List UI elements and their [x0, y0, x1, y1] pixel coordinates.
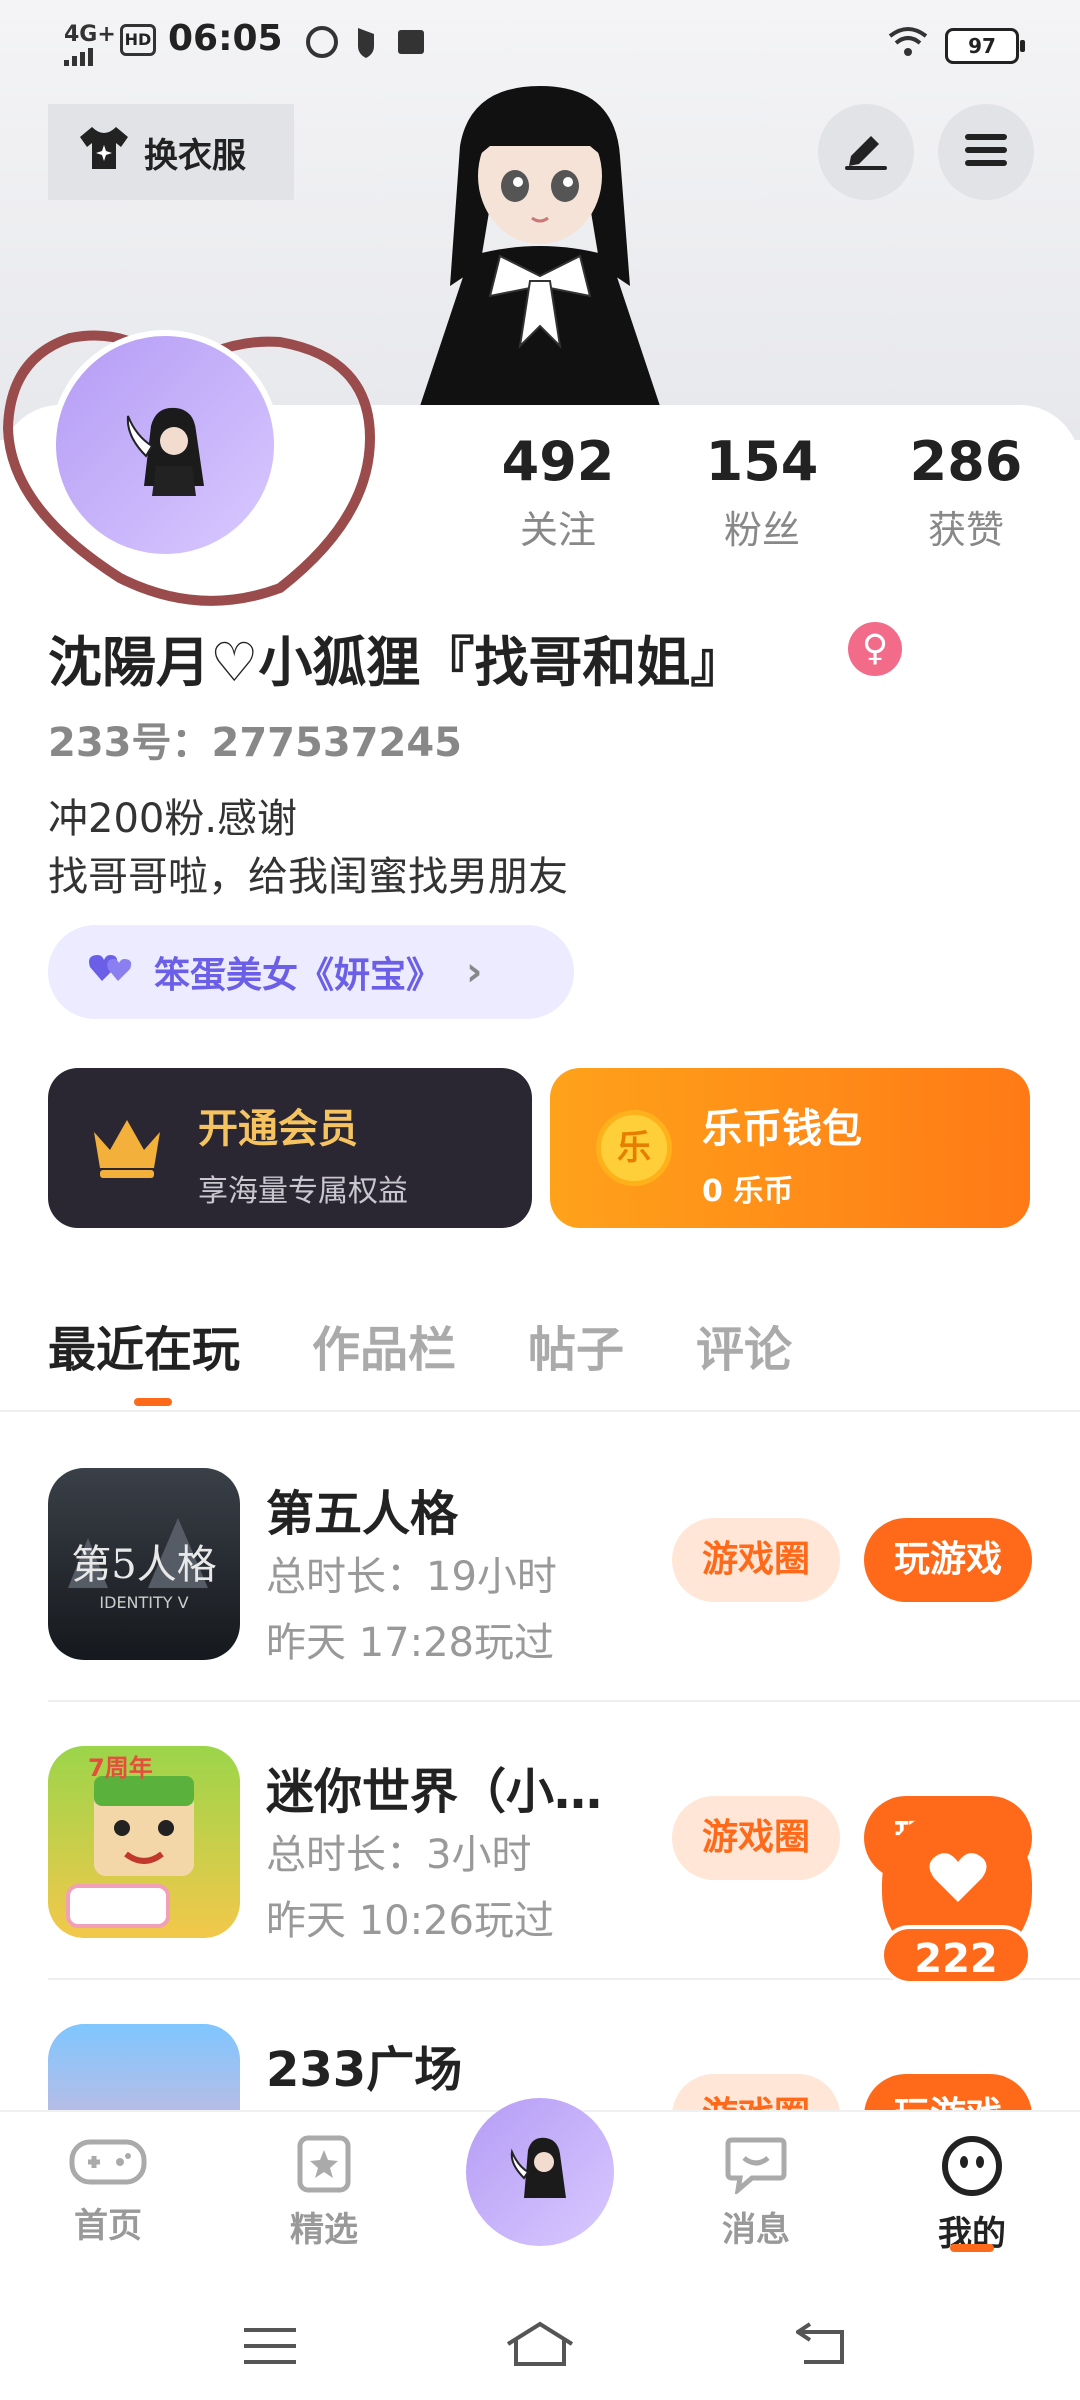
nav-messages[interactable]: 消息 [686, 2134, 826, 2251]
wallet-title: 乐币钱包 [702, 1106, 862, 1152]
center-avatar-button[interactable] [466, 2098, 614, 2246]
battery-indicator: 97 [945, 28, 1025, 64]
game-last-played: 昨天 17:28玩过 [266, 1620, 554, 1666]
game-row[interactable]: 7周年 迷你世界（小… 总时长：3小时 昨天 10:26玩过 游戏圈 玩游戏 [48, 1746, 1032, 1946]
profile-avatar[interactable] [50, 330, 280, 560]
menu-button[interactable] [938, 104, 1034, 200]
game-row[interactable]: 第5人格 IDENTITY V 第五人格 总时长：19小时 昨天 17:28玩过… [48, 1468, 1032, 1668]
gamepad-icon [68, 2139, 148, 2194]
bio-line-1: 冲200粉.感谢 [48, 796, 298, 842]
like-count: 222 [880, 1925, 1032, 1985]
vip-membership-card[interactable]: 开通会员 享海量专属权益 [48, 1068, 532, 1228]
smile-icon [940, 2136, 1004, 2202]
nav-messages-label: 消息 [722, 2210, 790, 2250]
likes-count: 286 [909, 430, 1023, 493]
identity-v-game-icon: 第5人格 IDENTITY V [48, 1468, 240, 1660]
signal-icon [64, 46, 108, 70]
tab-posts[interactable]: 帖子 [528, 1310, 624, 1380]
followers-label: 粉丝 [723, 508, 800, 552]
user-id[interactable]: 233号：277537245 [48, 710, 462, 768]
mini-world-game-icon: 7周年 [48, 1746, 240, 1938]
row-divider [48, 1700, 1080, 1702]
nav-featured-label: 精选 [290, 2210, 358, 2250]
system-navigation-bar [0, 2290, 1080, 2400]
nav-featured[interactable]: 精选 [254, 2134, 394, 2251]
likes-label: 获赞 [927, 508, 1004, 552]
active-nav-indicator [950, 2244, 994, 2252]
female-gender-icon: ♀ [848, 622, 902, 676]
game-circle-button[interactable]: 游戏圈 [672, 1518, 840, 1602]
app-notification-icon [306, 24, 426, 64]
game-play-duration: 总时长：3小时 [266, 1832, 532, 1878]
hamburger-icon [963, 130, 1009, 174]
avatar-character-figure[interactable] [400, 86, 690, 406]
following-label: 关注 [519, 508, 596, 552]
change-outfit-button[interactable]: 换衣服 [48, 104, 294, 200]
star-icon [294, 2135, 354, 2198]
svg-text:第5人格: 第5人格 [71, 1542, 216, 1588]
chevron-right-icon: › [466, 949, 483, 995]
following-stat[interactable]: 492 关注 [478, 430, 638, 554]
crown-icon [88, 1112, 166, 1186]
pencil-icon [843, 130, 889, 174]
nav-me[interactable]: 我的 [902, 2134, 1042, 2255]
hd-icon: HD [120, 24, 156, 56]
game-play-duration: 总时长：19小时 [266, 1554, 557, 1600]
following-count: 492 [501, 430, 615, 493]
nav-home[interactable]: 首页 [38, 2134, 178, 2247]
edit-profile-button[interactable] [818, 104, 914, 200]
vip-subtitle: 享海量专属权益 [198, 1174, 408, 1209]
profile-name: 沈陽月♡小狐狸『找哥和姐』 [48, 631, 745, 694]
home-icon[interactable] [504, 2320, 576, 2372]
svg-text:7周年: 7周年 [88, 1754, 153, 1782]
play-game-button[interactable]: 玩游戏 [864, 1518, 1032, 1602]
likes-stat[interactable]: 286 获赞 [886, 430, 1046, 554]
svg-text:IDENTITY V: IDENTITY V [99, 1593, 188, 1612]
network-indicator: 4G+ [64, 22, 116, 47]
chat-icon [724, 2137, 788, 2198]
vip-title: 开通会员 [198, 1106, 358, 1152]
game-last-played: 昨天 10:26玩过 [266, 1898, 554, 1944]
game-name: 233广场 [266, 2042, 463, 2098]
wifi-icon [888, 26, 928, 62]
content-tabs: 最近在玩 作品栏 帖子 评论 [48, 1310, 792, 1380]
status-bar: 4G+ HD 06:05 97 [0, 0, 1080, 86]
coin-icon: 乐 [596, 1110, 672, 1186]
tshirt-icon [78, 125, 130, 180]
wallet-balance: 0 乐币 [702, 1174, 794, 1209]
heart-icon [928, 1850, 988, 1908]
bio-line-2: 找哥哥啦，给我闺蜜找男朋友 [48, 854, 568, 900]
tab-recently-played[interactable]: 最近在玩 [48, 1310, 240, 1380]
back-icon[interactable] [794, 2322, 848, 2370]
profile-bio: 冲200粉.感谢 找哥哥啦，给我闺蜜找男朋友 [48, 790, 568, 906]
relationship-tag-label: 笨蛋美女《妍宝》 [154, 955, 443, 996]
clock: 06:05 [168, 18, 283, 59]
tabs-divider [0, 1410, 1080, 1412]
relationship-tag[interactable]: 笨蛋美女《妍宝》 › [48, 925, 574, 1019]
wallet-card[interactable]: 乐 乐币钱包 0 乐币 [550, 1068, 1030, 1228]
double-heart-icon [88, 951, 136, 994]
followers-count: 154 [705, 430, 819, 493]
tab-comments[interactable]: 评论 [696, 1310, 792, 1380]
game-circle-button[interactable]: 游戏圈 [672, 1796, 840, 1880]
nav-home-label: 首页 [74, 2206, 142, 2246]
recent-apps-icon[interactable] [244, 2326, 296, 2370]
tab-works[interactable]: 作品栏 [312, 1310, 456, 1380]
change-outfit-label: 换衣服 [144, 135, 246, 176]
active-tab-indicator [134, 1398, 172, 1406]
game-name: 第五人格 [266, 1486, 459, 1542]
followers-stat[interactable]: 154 粉丝 [682, 430, 842, 554]
game-name: 迷你世界（小… [266, 1764, 603, 1820]
